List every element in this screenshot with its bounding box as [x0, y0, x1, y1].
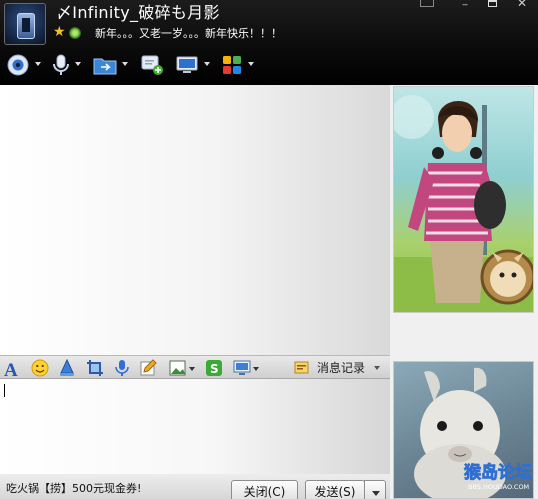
- emoji-button[interactable]: [31, 359, 49, 377]
- title-bar: 〆Infinity_破碎も月影 ★ 新年。。。又老一岁。。。新年快乐！！！ _ …: [0, 0, 538, 85]
- svg-text:猴岛论坛: 猴岛论坛: [464, 462, 532, 483]
- video-icon: [7, 54, 29, 76]
- file-transfer-icon: [93, 58, 117, 75]
- minimize-button[interactable]: _: [454, 0, 476, 6]
- shake-button[interactable]: [58, 358, 76, 377]
- create-group-button[interactable]: [140, 52, 166, 78]
- voice-call-button[interactable]: [50, 52, 82, 78]
- svg-text:S: S: [210, 362, 219, 376]
- image-button[interactable]: [169, 359, 197, 377]
- music-icon: S: [206, 360, 222, 376]
- site-watermark: 猴岛论坛 BBS.HOUDAO.COM: [462, 458, 534, 494]
- mic-icon: [53, 54, 69, 75]
- screenshot-button[interactable]: [86, 359, 104, 377]
- edit-button[interactable]: [140, 359, 158, 377]
- chevron-down-icon: [374, 366, 380, 370]
- app-grid-icon: [223, 56, 241, 74]
- font-icon: A: [4, 360, 18, 381]
- contact-show-panel: [390, 85, 538, 499]
- avatar-character-image: [394, 95, 533, 312]
- send-button[interactable]: 发送(S): [305, 480, 365, 499]
- contact-show-image: [393, 86, 534, 313]
- image-icon: [169, 360, 195, 376]
- watermark-logo: 猴岛论坛 BBS.HOUDAO.COM: [464, 462, 533, 491]
- status-icons: ★: [53, 24, 87, 41]
- apps-button[interactable]: [221, 52, 257, 78]
- close-button[interactable]: 关闭(C): [231, 480, 298, 499]
- ad-link[interactable]: 吃火锅【捞】500元现金券!: [6, 482, 141, 496]
- screen-share-icon: [233, 360, 259, 375]
- smiley-icon: [31, 359, 49, 377]
- shake-icon: [60, 358, 74, 376]
- video-call-button[interactable]: [6, 52, 42, 78]
- font-button[interactable]: A: [3, 359, 21, 381]
- skin-button[interactable]: [420, 0, 434, 7]
- send-options-button[interactable]: [364, 480, 386, 499]
- phone-icon: [17, 13, 35, 39]
- star-icon: ★: [53, 24, 66, 40]
- chat-history-area[interactable]: [0, 85, 390, 355]
- screen-share-button[interactable]: [233, 359, 261, 377]
- svg-text:A: A: [4, 360, 18, 379]
- text-caret: [4, 384, 5, 397]
- contact-nickname: 〆Infinity_破碎も月影: [56, 3, 220, 22]
- edit-icon: [140, 359, 157, 376]
- contact-signature: 新年。。。又老一岁。。。新年快乐！！！: [95, 27, 282, 40]
- chat-window: 〆Infinity_破碎も月影 ★ 新年。。。又老一岁。。。新年快乐！！！ _ …: [0, 0, 538, 499]
- message-input[interactable]: [0, 379, 390, 474]
- status-cycle-icon: [69, 27, 81, 39]
- contact-avatar[interactable]: [4, 3, 46, 45]
- remote-assist-icon: [176, 56, 198, 73]
- input-toolbar: A S 消息记录: [0, 355, 390, 381]
- remote-assist-button[interactable]: [175, 52, 211, 78]
- close-window-button[interactable]: ✕: [511, 0, 533, 9]
- music-button[interactable]: S: [205, 359, 223, 377]
- voice-message-icon: [115, 360, 129, 376]
- chevron-down-icon: [372, 491, 380, 496]
- file-transfer-button[interactable]: [92, 52, 128, 78]
- message-history-label: 消息记录: [317, 361, 366, 375]
- screenshot-icon: [87, 360, 103, 376]
- add-chat-icon: [141, 55, 163, 75]
- voice-message-button[interactable]: [113, 359, 131, 377]
- svg-text:BBS.HOUDAO.COM: BBS.HOUDAO.COM: [468, 483, 529, 491]
- bottom-bar: 吃火锅【捞】500元现金券! 关闭(C) 发送(S): [0, 474, 390, 499]
- maximize-button[interactable]: [481, 0, 503, 10]
- chat-toolbar: [0, 52, 538, 78]
- message-history-icon: [294, 361, 309, 374]
